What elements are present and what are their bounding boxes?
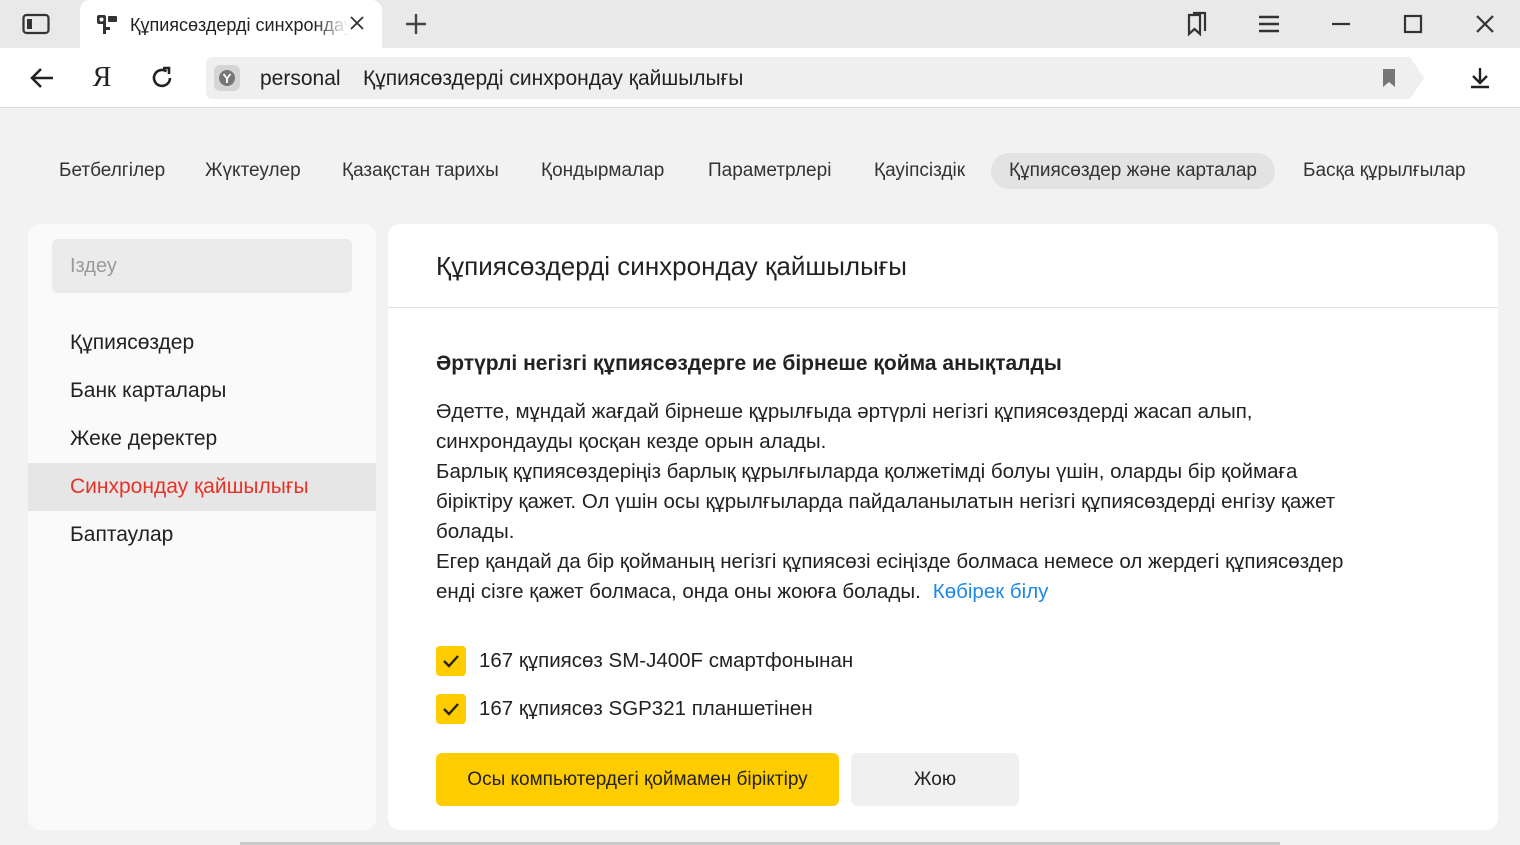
key-icon <box>96 13 118 35</box>
main-panel: Құпиясөздерді синхрондау қайшылығы Әртүр… <box>388 224 1498 830</box>
sidebar-item-preferences[interactable]: Баптаулар <box>28 511 376 559</box>
search-input[interactable] <box>52 239 352 293</box>
sidebar: Құпиясөздер Банк карталары Жеке деректер… <box>28 224 376 830</box>
description: Әдетте, мұндай жағдай бірнеше құрылғыда … <box>436 397 1446 607</box>
window-close-icon[interactable] <box>1468 8 1502 40</box>
sidebar-item-passwords[interactable]: Құпиясөздер <box>28 319 376 367</box>
settings-nav: Бетбелгілер Жүктеулер Қазақстан тарихы Қ… <box>0 150 1520 194</box>
page-title: Құпиясөздерді синхрондау қайшылығы <box>436 251 907 281</box>
new-tab-icon[interactable] <box>400 10 432 38</box>
title-bar: Құпиясөздерді синхрондау қайшылығы <box>0 0 1520 48</box>
maximize-icon[interactable] <box>1396 8 1430 40</box>
checkbox-checked[interactable] <box>436 646 466 676</box>
checkbox-checked[interactable] <box>436 694 466 724</box>
menu-icon[interactable] <box>1252 8 1286 40</box>
bookmark-icon[interactable] <box>1378 67 1400 89</box>
sidebar-item-personal-data[interactable]: Жеке деректер <box>28 415 376 463</box>
address-page-title: Құпиясөздерді синхрондау қайшылығы <box>363 67 744 90</box>
vault-label: 167 құпиясөз SGP321 планшетінен <box>479 697 813 720</box>
back-arrow-icon[interactable] <box>24 60 60 96</box>
description-paragraph: Егер қандай да бір қойманың негізгі құпи… <box>436 547 1446 607</box>
sidebar-toggle-icon[interactable] <box>20 10 52 38</box>
tab-title: Құпиясөздерді синхрондау қайшылығы <box>130 15 348 35</box>
section-heading: Әртүрлі негізгі құпиясөздерге ие бірнеше… <box>436 352 1062 375</box>
tab-security[interactable]: Қауіпсіздік <box>856 153 983 189</box>
yandex-button[interactable]: Я <box>84 60 120 96</box>
bookmarks-panel-icon[interactable] <box>1180 8 1214 40</box>
sidebar-item-sync-conflict[interactable]: Синхрондау қайшылығы <box>28 463 376 511</box>
checkmark-icon <box>443 703 459 716</box>
vault-label: 167 құпиясөз SM-J400F смартфонынан <box>479 649 854 672</box>
tab-other-devices[interactable]: Басқа құрылғылар <box>1285 153 1484 189</box>
learn-more-link[interactable]: Көбірек білу <box>933 580 1049 603</box>
tab-passwords-cards[interactable]: Құпиясөздер және карталар <box>991 153 1275 189</box>
reload-icon[interactable] <box>144 60 180 96</box>
sidebar-item-bank-cards[interactable]: Банк карталары <box>28 367 376 415</box>
navigation-bar: Я personal Құпиясөздерді синхрондау қайш… <box>0 48 1520 108</box>
browser-tab[interactable]: Құпиясөздерді синхрондау қайшылығы <box>80 0 382 48</box>
yandex-protect-icon[interactable] <box>214 65 240 91</box>
vault-option[interactable]: 167 құпиясөз SGP321 планшетінен <box>436 693 813 725</box>
download-icon[interactable] <box>1462 60 1498 96</box>
vault-option[interactable]: 167 құпиясөз SM-J400F смартфонынан <box>436 645 853 677</box>
address-host: personal <box>260 67 341 90</box>
tab-settings[interactable]: Параметрлері <box>690 153 849 189</box>
description-text: Егер қандай да бір қойманың негізгі құпи… <box>436 550 1344 603</box>
tab-extensions[interactable]: Қондырмалар <box>523 153 682 189</box>
close-icon[interactable] <box>346 12 368 34</box>
description-paragraph: Әдетте, мұндай жағдай бірнеше құрылғыда … <box>436 400 1253 453</box>
delete-button[interactable]: Жою <box>851 753 1019 806</box>
checkmark-icon <box>443 655 459 668</box>
minimize-icon[interactable] <box>1324 8 1358 40</box>
tab-bookmarks[interactable]: Бетбелгілер <box>41 153 183 189</box>
description-paragraph: Барлық құпиясөздеріңіз барлық құрылғылар… <box>436 460 1336 543</box>
tab-downloads[interactable]: Жүктеулер <box>187 153 319 189</box>
merge-button[interactable]: Осы компьютердегі қоймамен біріктіру <box>436 753 839 806</box>
main-header: Құпиясөздерді синхрондау қайшылығы <box>388 224 1498 308</box>
tab-history[interactable]: Қазақстан тарихы <box>324 153 517 189</box>
address-bar[interactable]: personal Құпиясөздерді синхрондау қайшыл… <box>206 57 1424 99</box>
